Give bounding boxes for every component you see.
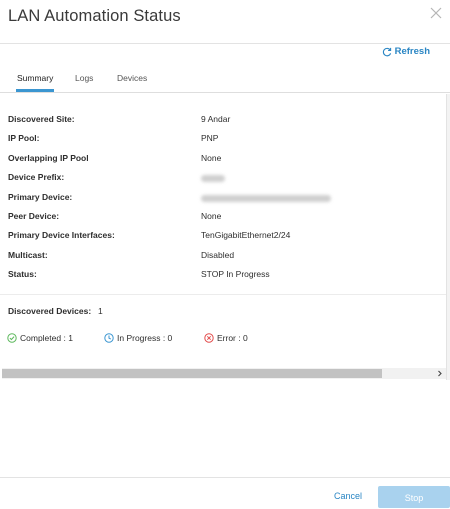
- refresh-button[interactable]: Refresh: [382, 46, 430, 57]
- dialog-footer: Cancel Stop: [0, 477, 450, 508]
- error-stat: Error : 0: [204, 333, 248, 343]
- scrollbar-thumb[interactable]: [2, 369, 382, 378]
- dialog-title: LAN Automation Status: [8, 7, 181, 25]
- discovered-devices-label: Discovered Devices:: [8, 306, 92, 316]
- redacted-value: [201, 192, 331, 203]
- detail-label: Primary Device Interfaces:: [8, 230, 115, 240]
- detail-label: Multicast:: [8, 250, 48, 260]
- tab-devices[interactable]: Devices: [117, 73, 147, 89]
- refresh-icon: [382, 47, 391, 56]
- detail-label: Overlapping IP Pool: [8, 153, 89, 163]
- detail-value: None: [201, 153, 222, 163]
- completed-label: Completed : 1: [20, 333, 73, 343]
- detail-row-status: Status: STOP In Progress: [0, 269, 450, 283]
- error-circle-icon: [204, 333, 214, 343]
- cancel-button[interactable]: Cancel: [334, 491, 362, 501]
- status-value: STOP In Progress: [201, 269, 270, 279]
- detail-label: Peer Device:: [8, 211, 60, 221]
- discovered-devices-count: 1: [98, 306, 103, 316]
- in-progress-stat: In Progress : 0: [104, 333, 172, 343]
- detail-row-discovered-site: Discovered Site: 9 Andar: [0, 114, 450, 128]
- check-circle-icon: [7, 333, 17, 343]
- detail-value: 9 Andar: [201, 114, 231, 124]
- detail-row-primary-device: Primary Device:: [0, 192, 450, 206]
- detail-label: Status:: [8, 269, 37, 279]
- detail-row-device-prefix: Device Prefix:: [0, 172, 450, 186]
- detail-label: IP Pool:: [8, 133, 40, 143]
- detail-row-overlapping-ip-pool: Overlapping IP Pool None: [0, 153, 450, 167]
- vertical-scrollbar[interactable]: [446, 94, 450, 380]
- redacted-value: [201, 172, 225, 183]
- detail-value: PNP: [201, 133, 219, 143]
- error-label: Error : 0: [217, 333, 248, 343]
- tab-logs[interactable]: Logs: [75, 73, 93, 89]
- refresh-label: Refresh: [394, 46, 430, 57]
- tab-bar: Summary Logs Devices: [0, 70, 450, 93]
- detail-row-multicast: Multicast: Disabled: [0, 250, 450, 264]
- chevron-right-icon[interactable]: [436, 368, 444, 379]
- dialog-header: LAN Automation Status: [0, 0, 450, 44]
- in-progress-label: In Progress : 0: [117, 333, 173, 343]
- detail-row-ip-pool: IP Pool: PNP: [0, 133, 450, 147]
- clock-icon: [104, 333, 114, 343]
- tab-summary[interactable]: Summary: [16, 73, 55, 92]
- detail-value: None: [201, 211, 222, 221]
- detail-label: Discovered Site:: [8, 114, 75, 124]
- completed-stat: Completed : 1: [7, 333, 73, 343]
- detail-value: Disabled: [201, 250, 235, 260]
- detail-label: Device Prefix:: [8, 172, 65, 182]
- detail-value: TenGigabitEthernet2/24: [201, 230, 291, 240]
- horizontal-scrollbar[interactable]: [2, 368, 446, 379]
- stop-button[interactable]: Stop: [378, 486, 450, 508]
- close-icon[interactable]: [429, 6, 443, 20]
- detail-label: Primary Device:: [8, 192, 73, 202]
- lan-automation-dialog: LAN Automation Status Refresh Summary Lo…: [0, 0, 450, 508]
- detail-row-peer-device: Peer Device: None: [0, 211, 450, 225]
- details-panel: Discovered Site: 9 Andar IP Pool: PNP Ov…: [0, 96, 450, 295]
- detail-row-primary-device-interfaces: Primary Device Interfaces: TenGigabitEth…: [0, 230, 450, 244]
